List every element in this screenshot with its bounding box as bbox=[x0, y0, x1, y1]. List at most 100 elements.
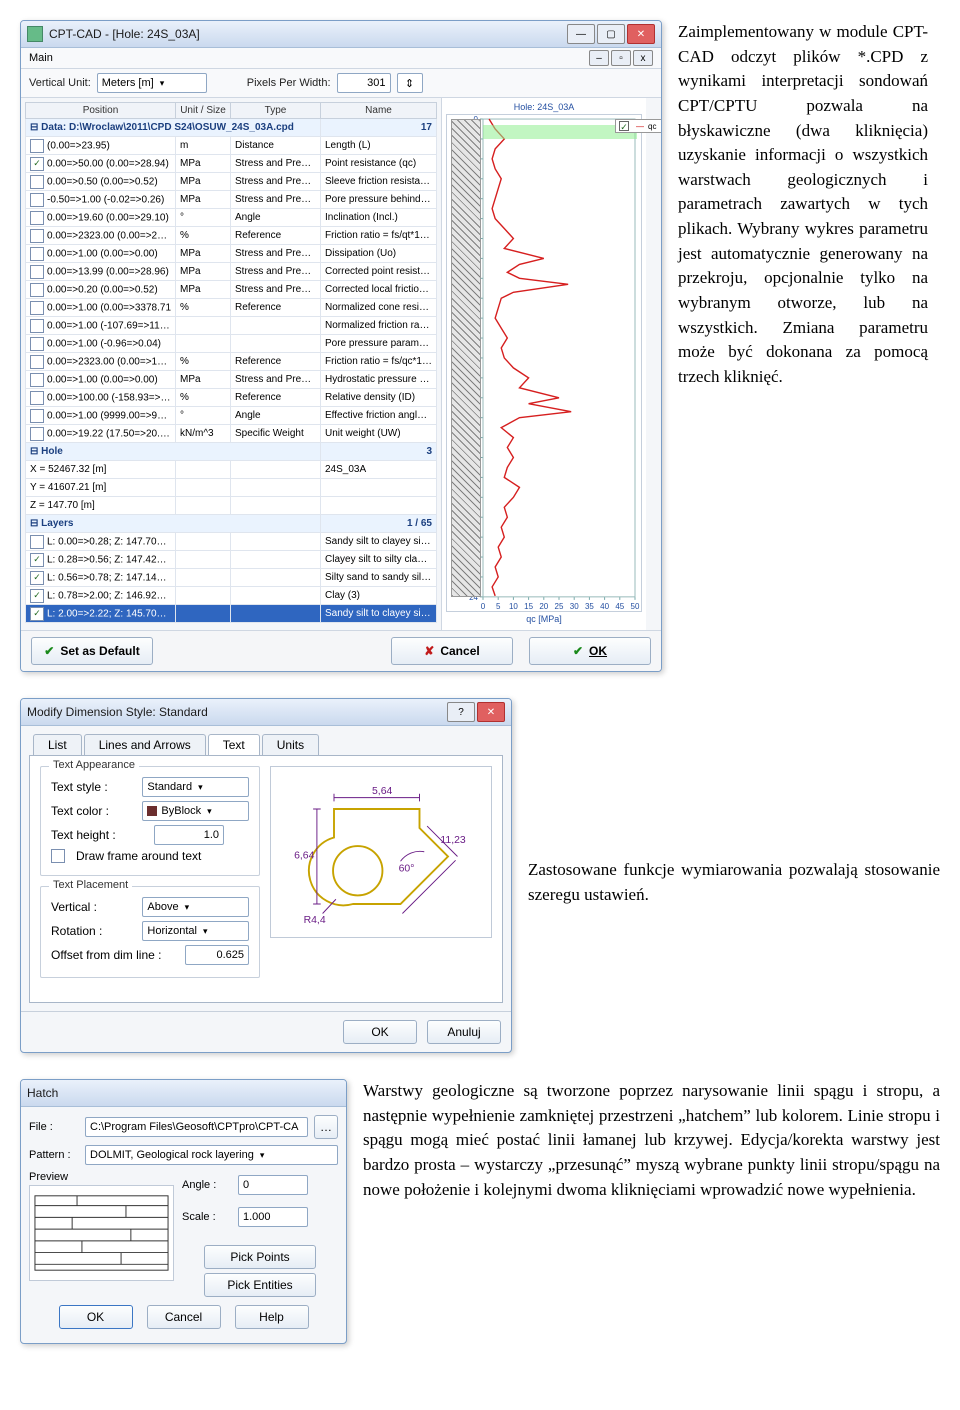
table-row[interactable]: L: 0.78=>2.00; Z: 146.92=>11.22 [m]Clay … bbox=[26, 587, 437, 605]
svg-text:25: 25 bbox=[555, 602, 564, 611]
tab-list[interactable]: List bbox=[33, 734, 82, 755]
svg-text:0: 0 bbox=[481, 602, 486, 611]
hatch-cancel-button[interactable]: Cancel bbox=[147, 1305, 221, 1329]
ppw-input[interactable]: 301 bbox=[337, 73, 391, 93]
table-row[interactable]: 0.00=>50.00 (0.00=>28.94)MPaStress and P… bbox=[26, 155, 437, 173]
preview-label: Preview bbox=[29, 1171, 174, 1183]
svg-text:30: 30 bbox=[570, 602, 579, 611]
table-row[interactable]: 0.00=>1.00 (0.00=>0.00)MPaStress and Pre… bbox=[26, 245, 437, 263]
cpt-toolbar: Vertical Unit: Meters [m]▾ Pixels Per Wi… bbox=[21, 69, 661, 98]
cancel-button[interactable]: ✘Cancel bbox=[391, 637, 513, 665]
table-row[interactable]: 0.00=>1.00 (0.00=>0.00)MPaStress and Pre… bbox=[26, 371, 437, 389]
legend-checkbox[interactable] bbox=[619, 121, 629, 131]
vertical-unit-select[interactable]: Meters [m]▾ bbox=[97, 73, 207, 93]
table-row[interactable]: 0.00=>13.99 (0.00=>28.96)MPaStress and P… bbox=[26, 263, 437, 281]
menu-main[interactable]: Main bbox=[29, 52, 53, 64]
table-row[interactable]: 0.00=>1.00 (9999.00=>9999°AngleEffective… bbox=[26, 407, 437, 425]
mdw-tabs: ListLines and ArrowsTextUnits bbox=[33, 734, 503, 755]
strat-column bbox=[451, 119, 481, 597]
svg-text:6,64: 6,64 bbox=[294, 851, 315, 862]
file-input[interactable]: C:\Program Files\Geosoft\CPTpro\CPT-CA bbox=[85, 1117, 308, 1137]
hatch-window: Hatch File : C:\Program Files\Geosoft\CP… bbox=[20, 1079, 347, 1344]
hatch-help-button[interactable]: Help bbox=[235, 1305, 309, 1329]
mdw-ok-button[interactable]: OK bbox=[343, 1020, 417, 1044]
group-appearance: Text Appearance bbox=[49, 759, 139, 771]
text-color-select[interactable]: ByBlock▾ bbox=[142, 801, 249, 821]
rotation-select[interactable]: Horizontal▾ bbox=[142, 921, 249, 941]
section-header[interactable]: ⊟ Data: D:\Wroclaw\2011\CPD S24\OSUW_24S… bbox=[26, 119, 437, 137]
window-title: CPT-CAD - [Hole: 24S_03A] bbox=[49, 27, 567, 41]
table-row[interactable]: Y = 41607.21 [m] bbox=[26, 479, 437, 497]
chart-legend[interactable]: — qc bbox=[615, 119, 662, 133]
table-row[interactable]: 0.00=>0.20 (0.00=>0.52)MPaStress and Pre… bbox=[26, 281, 437, 299]
inner-close-icon[interactable]: x bbox=[633, 50, 653, 66]
vertical-select[interactable]: Above▾ bbox=[142, 897, 249, 917]
close-button[interactable]: ✕ bbox=[627, 24, 655, 44]
table-row[interactable]: L: 0.00=>0.28; Z: 147.70=>10.28 [m]Sandy… bbox=[26, 533, 437, 551]
maximize-button[interactable]: ▢ bbox=[597, 24, 625, 44]
svg-text:10: 10 bbox=[509, 602, 518, 611]
group-placement: Text Placement bbox=[49, 879, 132, 891]
table-row[interactable]: (0.00=>23.95)mDistanceLength (L) bbox=[26, 137, 437, 155]
vu-label: Vertical Unit: bbox=[29, 77, 91, 89]
table-row[interactable]: 0.00=>19.22 (17.50=>20.50)kN/m^3Specific… bbox=[26, 425, 437, 443]
svg-text:45: 45 bbox=[615, 602, 624, 611]
table-row[interactable]: 0.00=>1.00 (-107.69=>11.57Normalized fri… bbox=[26, 317, 437, 335]
angle-input[interactable]: 0 bbox=[238, 1175, 308, 1195]
section-header[interactable]: ⊟ Hole3 bbox=[26, 443, 437, 461]
section-header[interactable]: ⊟ Layers1 / 65 bbox=[26, 515, 437, 533]
pick-entities-button[interactable]: Pick Entities bbox=[204, 1273, 316, 1297]
offset-input[interactable]: 0.625 bbox=[185, 945, 249, 965]
ppw-stepper[interactable]: ⇕ bbox=[397, 73, 423, 93]
table-row[interactable]: 0.00=>1.00 (0.00=>3378.71%ReferenceNorma… bbox=[26, 299, 437, 317]
cpt-window: CPT-CAD - [Hole: 24S_03A] — ▢ ✕ Main – ▫… bbox=[20, 20, 662, 672]
table-row[interactable]: X = 52467.32 [m]24S_03A bbox=[26, 461, 437, 479]
mdw-title: Modify Dimension Style: Standard bbox=[27, 705, 447, 719]
table-row[interactable]: L: 0.56=>0.78; Z: 147.14=>10.22 [m]Silty… bbox=[26, 569, 437, 587]
hatch-ok-button[interactable]: OK bbox=[59, 1305, 133, 1329]
inner-max-icon[interactable]: ▫ bbox=[611, 50, 631, 66]
svg-text:15: 15 bbox=[524, 602, 533, 611]
tab-units[interactable]: Units bbox=[262, 734, 319, 755]
tab-lines-and-arrows[interactable]: Lines and Arrows bbox=[84, 734, 206, 755]
help-button[interactable]: ? bbox=[447, 702, 475, 722]
table-row[interactable]: 0.00=>100.00 (-158.93=>999%ReferenceRela… bbox=[26, 389, 437, 407]
mdw-cancel-button[interactable]: Anuluj bbox=[427, 1020, 501, 1044]
table-row[interactable]: 0.00=>19.60 (0.00=>29.10)°AngleInclinati… bbox=[26, 209, 437, 227]
data-grid: Position Unit / Size Type Name ⊟ Data: D… bbox=[21, 98, 441, 630]
col-name[interactable]: Name bbox=[321, 103, 437, 119]
svg-text:5,64: 5,64 bbox=[372, 786, 393, 797]
frame-checkbox[interactable] bbox=[51, 849, 65, 863]
paragraph-2: Zastosowane funkcje wymiarowania pozwala… bbox=[528, 858, 940, 907]
table-row[interactable]: L: 2.00=>2.22; Z: 145.70=>10.22 [m]Sandy… bbox=[26, 605, 437, 623]
table-row[interactable]: Z = 147.70 [m] bbox=[26, 497, 437, 515]
ok-button[interactable]: ✔OK bbox=[529, 637, 651, 665]
svg-text:50: 50 bbox=[631, 602, 640, 611]
col-type[interactable]: Type bbox=[231, 103, 321, 119]
pick-points-button[interactable]: Pick Points bbox=[204, 1245, 316, 1269]
modify-dim-window: Modify Dimension Style: Standard ? ✕ Lis… bbox=[20, 698, 512, 1053]
col-unit[interactable]: Unit / Size bbox=[176, 103, 231, 119]
tab-text[interactable]: Text bbox=[208, 734, 260, 755]
text-height-input[interactable]: 1.0 bbox=[154, 825, 224, 845]
svg-text:5: 5 bbox=[496, 602, 501, 611]
table-row[interactable]: 0.00=>0.50 (0.00=>0.52)MPaStress and Pre… bbox=[26, 173, 437, 191]
pattern-select[interactable]: DOLMIT, Geological rock layering▾ bbox=[85, 1145, 338, 1165]
table-row[interactable]: 0.00=>1.00 (-0.96=>0.04)Pore pressure pa… bbox=[26, 335, 437, 353]
table-row[interactable]: -0.50=>1.00 (-0.02=>0.26)MPaStress and P… bbox=[26, 191, 437, 209]
scale-input[interactable]: 1.000 bbox=[238, 1207, 308, 1227]
text-style-select[interactable]: Standard▾ bbox=[142, 777, 249, 797]
table-row[interactable]: 0.00=>2323.00 (0.00=>2534%ReferenceFrict… bbox=[26, 227, 437, 245]
mdw-close-button[interactable]: ✕ bbox=[477, 702, 505, 722]
svg-text:R4,4: R4,4 bbox=[303, 915, 325, 926]
ppw-label: Pixels Per Width: bbox=[247, 77, 331, 89]
col-position[interactable]: Position bbox=[26, 103, 176, 119]
inner-min-icon[interactable]: – bbox=[589, 50, 609, 66]
svg-text:60°: 60° bbox=[398, 864, 414, 875]
minimize-button[interactable]: — bbox=[567, 24, 595, 44]
table-row[interactable]: L: 0.28=>0.56; Z: 147.42=>10.28 [m]Claye… bbox=[26, 551, 437, 569]
set-default-button[interactable]: ✔Set as Default bbox=[31, 637, 153, 665]
chart-xlabel: qc [MPa] bbox=[446, 614, 642, 624]
file-browse-button[interactable]: … bbox=[314, 1115, 338, 1139]
table-row[interactable]: 0.00=>2323.00 (0.00=>1000%ReferenceFrict… bbox=[26, 353, 437, 371]
